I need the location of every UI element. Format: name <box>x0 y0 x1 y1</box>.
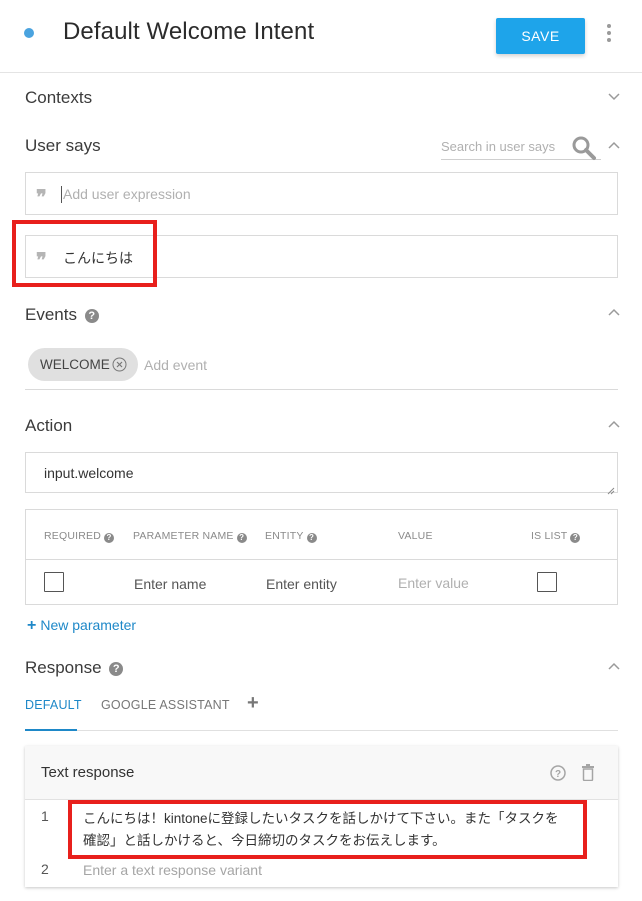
value-input[interactable]: Enter value <box>398 575 469 591</box>
header-is-list: IS LIST? <box>531 530 581 543</box>
contexts-title[interactable]: Contexts <box>25 88 92 108</box>
header-entity-label: ENTITY <box>265 530 304 542</box>
intent-header: Default Welcome Intent SAVE <box>0 0 642 73</box>
more-options-icon[interactable] <box>603 24 615 46</box>
header-is-list-label: IS LIST <box>531 530 568 542</box>
quote-icon: ❞ <box>36 185 47 209</box>
parameters-table-header: REQUIRED? PARAMETER NAME? ENTITY? VALUE … <box>26 510 617 560</box>
parameters-table: REQUIRED? PARAMETER NAME? ENTITY? VALUE … <box>25 509 618 605</box>
header-parameter-name: PARAMETER NAME? <box>133 530 247 543</box>
add-tab-icon[interactable]: + <box>247 692 259 715</box>
resize-handle-icon[interactable] <box>607 482 615 495</box>
tabs-divider <box>25 730 618 731</box>
intent-title[interactable]: Default Welcome Intent <box>63 18 314 46</box>
help-icon[interactable]: ? <box>109 662 124 676</box>
new-parameter-label: New parameter <box>40 617 137 633</box>
help-icon[interactable]: ? <box>236 533 247 543</box>
header-required-label: REQUIRED <box>44 530 102 542</box>
event-chip[interactable]: WELCOME <box>28 348 138 381</box>
divider <box>25 389 618 390</box>
add-event-input[interactable]: Add event <box>144 357 207 373</box>
help-icon[interactable]: ? <box>570 533 581 543</box>
events-title[interactable]: Events ? <box>25 305 99 325</box>
help-icon[interactable]: ? <box>84 309 99 323</box>
help-icon[interactable]: ? <box>306 533 317 543</box>
search-icon[interactable] <box>571 135 597 161</box>
header-value: VALUE <box>398 530 433 542</box>
text-caret <box>61 186 62 203</box>
event-chip-label: WELCOME <box>40 357 110 372</box>
user-says-title[interactable]: User says <box>25 136 101 156</box>
entity-input[interactable]: Enter entity <box>266 576 337 592</box>
chevron-up-icon[interactable] <box>607 305 621 319</box>
text-response-title: Text response <box>41 764 135 781</box>
row-number: 2 <box>41 861 49 877</box>
is-list-checkbox[interactable] <box>537 572 557 592</box>
text-response-card-header: Text response ? <box>25 746 618 800</box>
events-title-text: Events <box>25 305 77 324</box>
required-checkbox[interactable] <box>44 572 64 592</box>
chevron-up-icon[interactable] <box>607 417 621 431</box>
svg-text:?: ? <box>555 769 561 780</box>
text-response-variant-input[interactable]: Enter a text response variant <box>83 862 262 878</box>
new-parameter-link[interactable]: + New parameter <box>27 617 136 635</box>
header-parameter-name-label: PARAMETER NAME <box>133 530 234 542</box>
response-title-text: Response <box>25 658 102 677</box>
highlight-box <box>12 220 157 287</box>
add-user-expression-field[interactable]: ❞ Add user expression <box>25 172 618 215</box>
save-button[interactable]: SAVE <box>496 18 585 54</box>
help-icon[interactable]: ? <box>550 765 566 781</box>
trash-icon[interactable] <box>581 764 595 782</box>
response-title[interactable]: Response ? <box>25 658 124 678</box>
plus-icon: + <box>27 617 37 634</box>
highlight-box <box>68 800 587 859</box>
header-required: REQUIRED? <box>44 530 115 543</box>
user-says-search-input[interactable]: Search in user says <box>441 139 555 154</box>
tab-active-indicator <box>25 729 77 731</box>
chevron-down-icon[interactable] <box>607 89 621 103</box>
tab-google-assistant[interactable]: GOOGLE ASSISTANT <box>101 698 230 712</box>
remove-chip-icon[interactable] <box>112 357 127 372</box>
chevron-up-icon[interactable] <box>607 138 621 152</box>
tab-default[interactable]: DEFAULT <box>25 698 82 712</box>
action-field[interactable]: input.welcome <box>25 452 618 495</box>
add-user-expression-input[interactable]: Add user expression <box>63 186 191 202</box>
status-dot-icon <box>24 28 34 38</box>
header-entity: ENTITY? <box>265 530 317 543</box>
action-title[interactable]: Action <box>25 416 72 436</box>
parameter-name-input[interactable]: Enter name <box>134 576 206 592</box>
chevron-up-icon[interactable] <box>607 659 621 673</box>
action-input[interactable]: input.welcome <box>44 465 134 481</box>
help-icon[interactable]: ? <box>104 533 115 543</box>
row-number: 1 <box>41 808 49 824</box>
